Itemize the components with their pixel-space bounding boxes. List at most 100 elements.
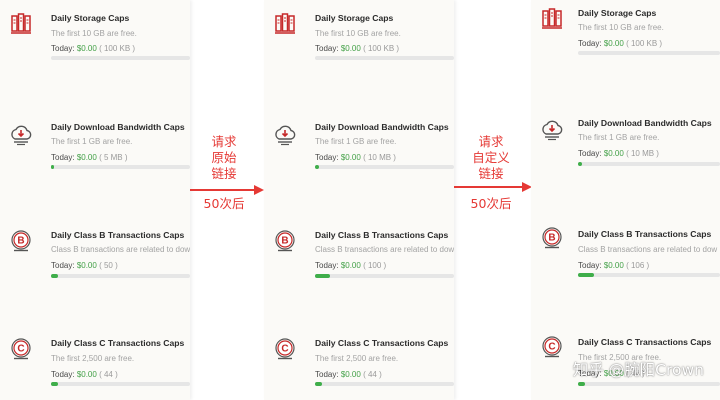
card-description: The first 1 GB are free. bbox=[315, 137, 397, 146]
bandwidth-caps-card: Daily Download Bandwidth Caps The first … bbox=[0, 108, 190, 178]
today-label: Today: bbox=[578, 149, 602, 158]
today-usage: Today: $0.00 ( 50 ) bbox=[51, 261, 118, 270]
card-description: Class B transactions are related to dow bbox=[51, 245, 190, 254]
card-description: The first 1 GB are free. bbox=[51, 137, 133, 146]
card-title: Daily Class C Transactions Caps bbox=[315, 338, 449, 348]
usage-progress-fill bbox=[578, 273, 594, 277]
card-description: Class B transactions are related to dow bbox=[578, 245, 718, 254]
today-amount: ( 10 MB ) bbox=[363, 153, 396, 162]
annotation-line: 请求 bbox=[478, 134, 504, 149]
today-cost: $0.00 bbox=[340, 153, 361, 162]
today-usage: Today: $0.00 ( 106 ) bbox=[578, 261, 649, 270]
today-label: Today: bbox=[315, 44, 339, 53]
usage-progress-bar bbox=[578, 273, 720, 277]
usage-progress-bar bbox=[51, 274, 190, 278]
usage-progress-fill bbox=[315, 274, 331, 278]
annotation-custom-link: 请求 自定义 链接 bbox=[460, 134, 522, 182]
usage-progress-bar bbox=[315, 274, 454, 278]
class-b-icon: B bbox=[273, 229, 297, 253]
usage-progress-fill bbox=[578, 382, 586, 386]
usage-progress-bar bbox=[51, 382, 190, 386]
today-label: Today: bbox=[315, 370, 339, 379]
today-cost: $0.00 bbox=[340, 44, 361, 53]
today-usage: Today: $0.00 ( 44 ) bbox=[51, 370, 118, 379]
caps-panel-original-after: Daily Storage Caps The first 10 GB are f… bbox=[264, 0, 454, 400]
usage-progress-fill bbox=[51, 165, 54, 169]
card-title: Daily Class B Transactions Caps bbox=[578, 229, 712, 239]
today-usage: Today: $0.00 ( 100 KB ) bbox=[315, 44, 399, 53]
usage-progress-fill bbox=[578, 162, 583, 166]
today-label: Today: bbox=[51, 370, 75, 379]
annotation-line: 请求 bbox=[211, 134, 237, 149]
card-title: Daily Class B Transactions Caps bbox=[315, 230, 449, 240]
class-b-caps-card: B Daily Class B Transactions Caps Class … bbox=[0, 216, 190, 286]
usage-progress-fill bbox=[315, 165, 320, 169]
today-cost: $0.00 bbox=[603, 261, 624, 270]
svg-text:B: B bbox=[548, 233, 555, 244]
usage-progress-bar bbox=[315, 382, 454, 386]
annotation-count: 50次后 bbox=[470, 196, 512, 211]
cloud-download-icon bbox=[273, 122, 297, 146]
today-label: Today: bbox=[51, 261, 75, 270]
storage-caps-card: Daily Storage Caps The first 10 GB are f… bbox=[531, 0, 720, 70]
class-c-icon: C bbox=[9, 337, 33, 361]
bandwidth-caps-card: Daily Download Bandwidth Caps The first … bbox=[264, 108, 454, 178]
svg-text:C: C bbox=[548, 342, 555, 353]
card-title: Daily Download Bandwidth Caps bbox=[51, 122, 185, 132]
today-amount: ( 100 KB ) bbox=[363, 44, 400, 53]
card-title: Daily Class C Transactions Caps bbox=[51, 338, 185, 348]
usage-progress-fill bbox=[51, 274, 58, 278]
watermark: 知乎 @腕阳Crown bbox=[572, 361, 704, 379]
svg-text:C: C bbox=[281, 344, 288, 355]
comparison-screenshot: Daily Storage Caps The first 10 GB are f… bbox=[0, 0, 720, 400]
today-label: Today: bbox=[315, 261, 339, 270]
arrow-right-icon bbox=[454, 182, 532, 192]
usage-progress-bar bbox=[578, 51, 720, 55]
storage-caps-card: Daily Storage Caps The first 10 GB are f… bbox=[0, 0, 190, 70]
today-usage: Today: $0.00 ( 100 KB ) bbox=[578, 39, 662, 48]
today-label: Today: bbox=[578, 39, 602, 48]
card-title: Daily Storage Caps bbox=[51, 13, 130, 23]
today-amount: ( 100 KB ) bbox=[99, 44, 136, 53]
today-usage: Today: $0.00 ( 100 ) bbox=[315, 261, 386, 270]
caps-panel-custom-after: Daily Storage Caps The first 10 GB are f… bbox=[531, 0, 720, 400]
annotation-line: 链接 bbox=[211, 166, 237, 181]
today-usage: Today: $0.00 ( 44 ) bbox=[315, 370, 382, 379]
today-cost: $0.00 bbox=[76, 370, 97, 379]
cloud-download-icon bbox=[540, 117, 564, 141]
usage-progress-bar bbox=[315, 56, 454, 60]
usage-progress-fill bbox=[51, 382, 58, 386]
class-c-icon: C bbox=[540, 335, 564, 359]
today-amount: ( 10 MB ) bbox=[626, 149, 659, 158]
card-description: The first 10 GB are free. bbox=[578, 23, 664, 32]
today-amount: ( 50 ) bbox=[99, 261, 118, 270]
card-title: Daily Class C Transactions Caps bbox=[578, 337, 712, 347]
card-title: Daily Class B Transactions Caps bbox=[51, 230, 185, 240]
card-title: Daily Download Bandwidth Caps bbox=[578, 118, 712, 128]
card-title: Daily Storage Caps bbox=[578, 8, 657, 18]
bandwidth-caps-card: Daily Download Bandwidth Caps The first … bbox=[531, 105, 720, 175]
annotation-count: 50次后 bbox=[203, 196, 245, 211]
card-description: The first 10 GB are free. bbox=[315, 29, 401, 38]
today-label: Today: bbox=[51, 153, 75, 162]
class-b-caps-card: B Daily Class B Transactions Caps Class … bbox=[531, 215, 720, 285]
today-usage: Today: $0.00 ( 5 MB ) bbox=[51, 153, 128, 162]
today-usage: Today: $0.00 ( 10 MB ) bbox=[315, 153, 396, 162]
usage-progress-bar bbox=[315, 165, 454, 169]
card-description: The first 10 GB are free. bbox=[51, 29, 137, 38]
class-c-caps-card: C Daily Class C Transactions Caps The fi… bbox=[264, 324, 454, 394]
server-stack-icon bbox=[273, 12, 297, 36]
today-cost: $0.00 bbox=[340, 261, 361, 270]
server-stack-icon bbox=[540, 7, 564, 31]
cloud-download-icon bbox=[9, 122, 33, 146]
card-description: The first 1 GB are free. bbox=[578, 133, 660, 142]
today-amount: ( 100 ) bbox=[363, 261, 387, 270]
today-amount: ( 5 MB ) bbox=[99, 153, 128, 162]
today-amount: ( 44 ) bbox=[363, 370, 382, 379]
class-b-icon: B bbox=[540, 226, 564, 250]
today-amount: ( 100 KB ) bbox=[626, 39, 663, 48]
usage-progress-bar bbox=[51, 56, 190, 60]
today-cost: $0.00 bbox=[76, 153, 97, 162]
card-description: The first 2,500 are free. bbox=[315, 354, 399, 363]
storage-caps-card: Daily Storage Caps The first 10 GB are f… bbox=[264, 0, 454, 70]
